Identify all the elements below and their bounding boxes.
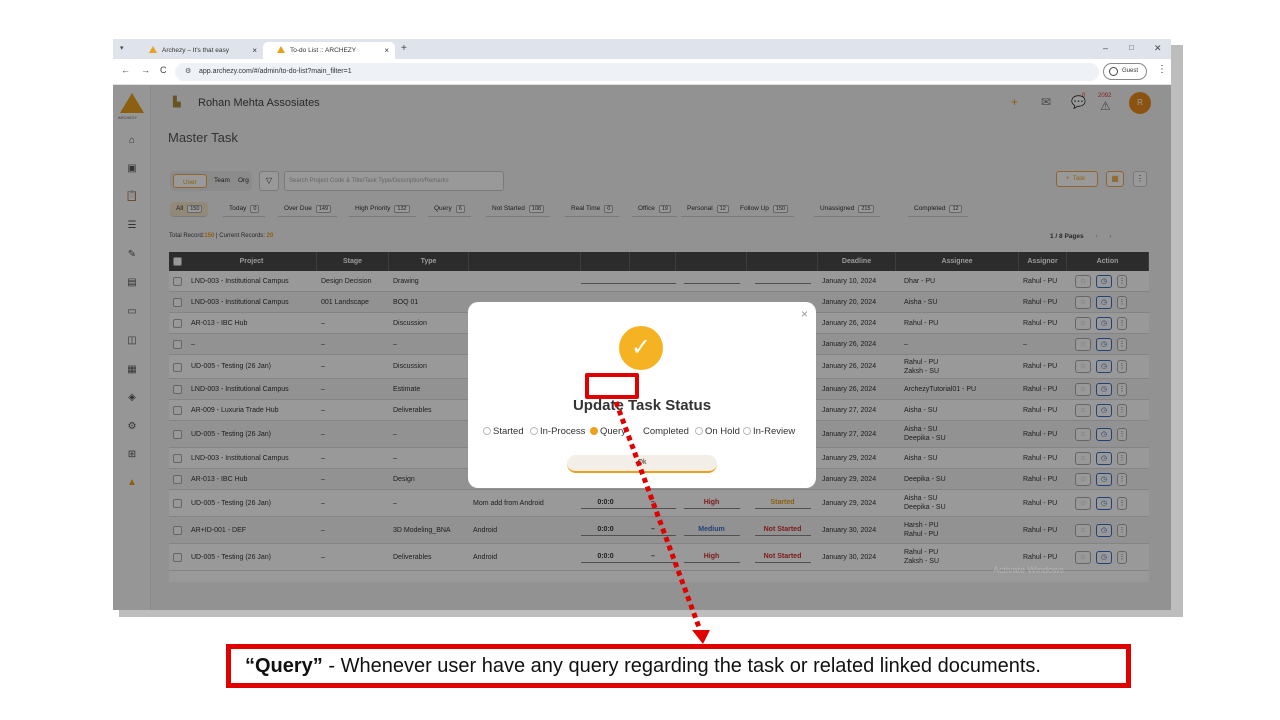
arrow-head-icon bbox=[692, 630, 710, 644]
callout-term: “Query” bbox=[245, 655, 323, 677]
callout-caption: “Query” - Whenever user have any query r… bbox=[226, 644, 1131, 688]
page: ▾ Archezy – It's that easy × To-do List … bbox=[0, 0, 1280, 720]
callout-text: - Whenever user have any query regarding… bbox=[322, 655, 1041, 677]
callout-arrow bbox=[613, 401, 710, 644]
arrow-line bbox=[613, 401, 703, 631]
